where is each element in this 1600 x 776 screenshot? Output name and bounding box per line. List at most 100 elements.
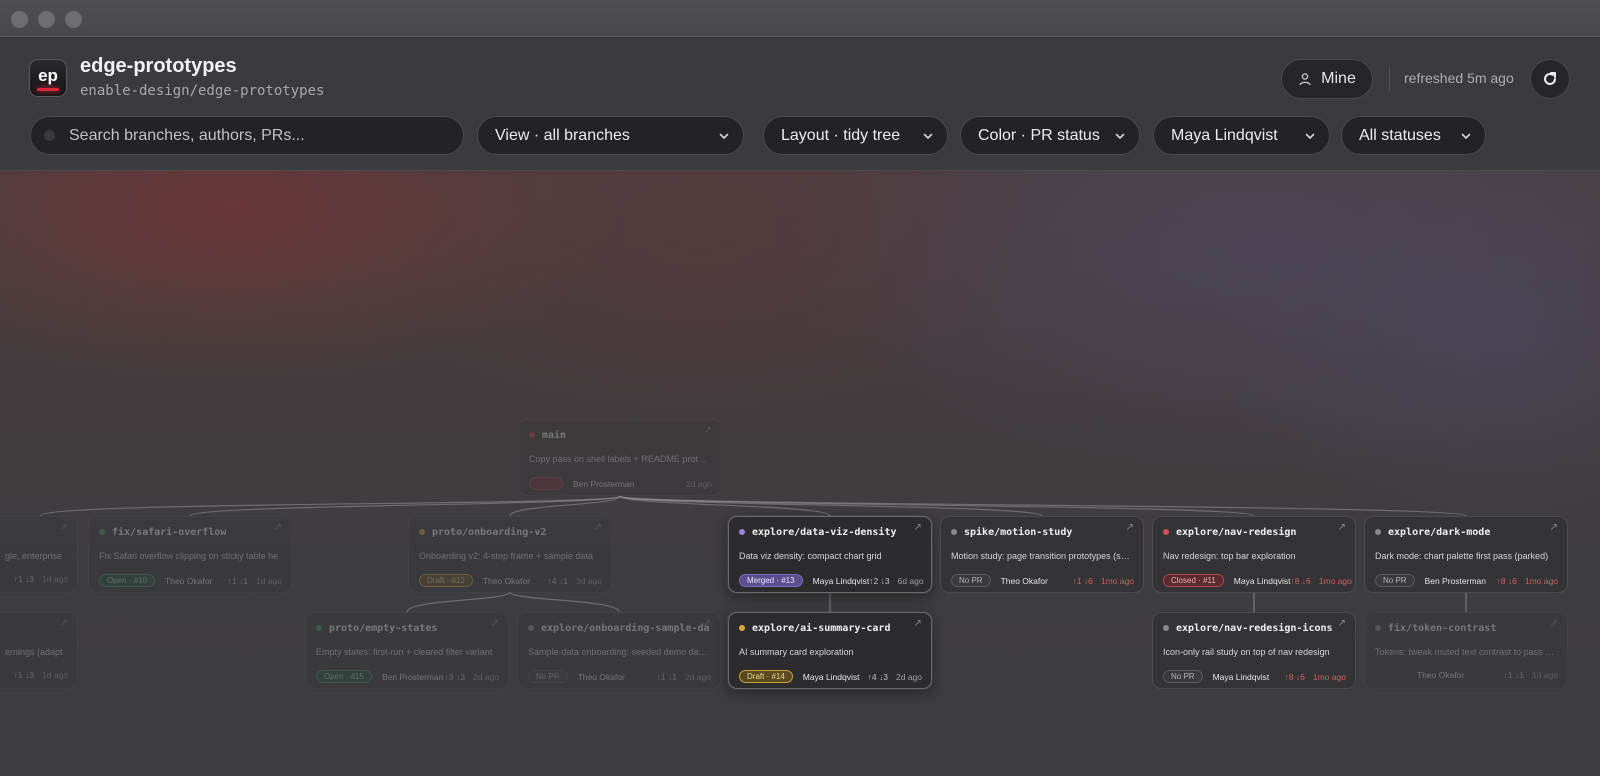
ahead-behind: ↑3 ↓3 <box>444 671 465 682</box>
updated-time: 1d ago <box>42 670 68 680</box>
status-dropdown[interactable]: All statuses <box>1341 116 1486 155</box>
view-dropdown[interactable]: View · all branches <box>477 116 744 155</box>
updated-time: 6d ago <box>897 575 924 586</box>
branch-card-main[interactable]: main ↗ Copy pass on shell labels + READM… <box>518 419 722 496</box>
branch-card-explore-data-viz-density[interactable]: explore/data-viz-density ↗ Data viz dens… <box>728 516 932 593</box>
updated-time: 1mo ago <box>1318 575 1352 586</box>
branch-card-fix-safari-overflow[interactable]: fix/safari-overflow ↗ Fix Safari overflo… <box>88 516 292 593</box>
branch-card-partial-left[interactable]: ↗ gle, enterprise ↑1 ↓3 1d ago <box>0 516 78 593</box>
ahead-behind: ↑1 ↓1 <box>1503 670 1524 680</box>
branch-card-explore-onboarding-sample-data[interactable]: explore/onboarding-sample-data ↗ Sample-… <box>517 612 721 689</box>
chevron-down-icon <box>719 133 729 139</box>
commit-message: Motion study: page transition prototypes… <box>951 551 1133 561</box>
search-box[interactable] <box>30 116 464 155</box>
minimize-window-button[interactable] <box>38 11 55 28</box>
branch-name: explore/nav-redesign-icons <box>1176 622 1333 634</box>
branch-name: proto/onboarding-v2 <box>432 526 547 538</box>
author-name: Theo Okafor <box>1000 575 1048 586</box>
updated-time: 2d ago <box>685 671 711 682</box>
branch-card-explore-ai-summary-card[interactable]: explore/ai-summary-card ↗ AI summary car… <box>728 612 932 689</box>
branch-card-spike-motion-study[interactable]: spike/motion-study ↗ Motion study: page … <box>940 516 1144 593</box>
commit-message: Dark mode: chart palette first pass (par… <box>1375 551 1549 561</box>
ahead-behind: ↑8 ↓6 <box>1496 575 1517 586</box>
pr-status-badge: No PR <box>528 670 568 683</box>
author-dropdown[interactable]: Maya Lindqvist <box>1153 116 1330 155</box>
status-dot <box>739 529 745 535</box>
author-name: Theo Okafor <box>1417 670 1465 680</box>
branch-card-proto-onboarding-v2[interactable]: proto/onboarding-v2 ↗ Onboarding v2: 4-s… <box>408 516 612 593</box>
branch-card-explore-nav-redesign[interactable]: explore/nav-redesign ↗ Nav redesign: top… <box>1152 516 1356 593</box>
ahead-behind: ↑1 ↓1 <box>227 575 248 586</box>
pr-status-badge: Open · #10 <box>99 574 156 587</box>
author-name: Ben Prosterman <box>573 478 635 489</box>
branch-card-explore-nav-redesign-icons[interactable]: explore/nav-redesign-icons ↗ Icon-only r… <box>1152 612 1356 689</box>
updated-time: 1mo ago <box>1524 575 1558 586</box>
status-dropdown-label: All statuses <box>1359 126 1441 144</box>
author-name: Ben Prosterman <box>382 671 444 682</box>
pr-status-badge: No PR <box>951 574 991 587</box>
open-external-icon[interactable]: ↗ <box>1338 522 1346 533</box>
repo-title: edge-prototypes <box>80 55 237 77</box>
status-dot <box>528 625 534 631</box>
ahead-behind: ↑1 ↓3 <box>13 670 34 680</box>
status-dot <box>1375 625 1381 631</box>
search-input[interactable] <box>69 117 449 154</box>
updated-time: 1mo ago <box>1100 575 1134 586</box>
ahead-behind: ↑4 ↓1 <box>547 575 568 586</box>
branch-name: proto/empty-states <box>329 622 438 634</box>
app-logo-text: ep <box>38 66 58 85</box>
open-external-icon[interactable]: ↗ <box>594 522 602 533</box>
status-dot <box>316 625 322 631</box>
ahead-behind: ↑8 ↓6 <box>1284 671 1305 682</box>
close-window-button[interactable] <box>11 11 28 28</box>
branch-name: explore/data-viz-density <box>752 526 897 538</box>
ahead-behind: ↑1 ↓6 <box>1072 575 1093 586</box>
open-external-icon[interactable]: ↗ <box>60 522 68 533</box>
updated-time: 2d ago <box>896 671 922 682</box>
open-external-icon[interactable]: ↗ <box>491 618 499 629</box>
updated-time: 1d ago <box>256 575 282 586</box>
commit-message: Onboarding v2: 4-step frame + sample dat… <box>419 551 593 561</box>
zoom-window-button[interactable] <box>65 11 82 28</box>
refresh-button[interactable] <box>1530 59 1570 99</box>
color-dropdown[interactable]: Color · PR status <box>960 116 1140 155</box>
open-external-icon[interactable]: ↗ <box>274 522 282 533</box>
ahead-behind: ↑2 ↓3 <box>869 575 890 586</box>
ahead-behind: ↑8 ↓6 <box>1290 575 1311 586</box>
open-external-icon[interactable]: ↗ <box>914 618 922 629</box>
view-dropdown-label: View · all branches <box>495 126 630 144</box>
branch-name: explore/dark-mode <box>1388 526 1491 538</box>
open-external-icon[interactable]: ↗ <box>60 618 68 629</box>
status-dot <box>951 529 957 535</box>
status-dot <box>1375 529 1381 535</box>
commit-message: Fix Safari overflow clipping on sticky t… <box>99 551 279 561</box>
open-external-icon[interactable]: ↗ <box>1550 618 1558 629</box>
layout-dropdown[interactable]: Layout · tidy tree <box>763 116 948 155</box>
open-external-icon[interactable]: ↗ <box>914 522 922 533</box>
pr-status-badge: No PR <box>1375 574 1415 587</box>
branch-tree-canvas[interactable]: main ↗ Copy pass on shell labels + READM… <box>0 171 1600 776</box>
author-name: Ben Prosterman <box>1424 575 1486 586</box>
updated-time: 2d ago <box>686 478 712 489</box>
branch-name: explore/nav-redesign <box>1176 526 1297 538</box>
status-dot <box>1163 529 1169 535</box>
mine-filter-button[interactable]: Mine <box>1281 59 1373 99</box>
branch-name: explore/onboarding-sample-data <box>541 622 710 634</box>
updated-time: 1mo ago <box>1312 671 1346 682</box>
open-external-icon[interactable]: ↗ <box>1338 618 1346 629</box>
commit-message: Empty states: first-run + cleared filter… <box>316 647 493 657</box>
status-dot <box>1163 625 1169 631</box>
open-external-icon[interactable]: ↗ <box>703 618 711 629</box>
open-external-icon[interactable]: ↗ <box>1550 522 1558 533</box>
branch-card-explore-dark-mode[interactable]: explore/dark-mode ↗ Dark mode: chart pal… <box>1364 516 1568 593</box>
branch-card-proto-empty-states[interactable]: proto/empty-states ↗ Empty states: first… <box>305 612 509 689</box>
chevron-down-icon <box>1115 133 1125 139</box>
ahead-behind: ↑1 ↓1 <box>656 671 677 682</box>
pr-status-badge: Closed · #11 <box>1163 574 1224 587</box>
open-external-icon[interactable]: ↗ <box>1126 522 1134 533</box>
open-external-icon[interactable]: ↗ <box>704 425 712 436</box>
branch-card-fix-token-contrast[interactable]: fix/token-contrast ↗ Tokens: tweak muted… <box>1364 612 1568 689</box>
branch-card-partial-left-child[interactable]: ↗ ernings (adapt ↑1 ↓3 1d ago <box>0 612 78 689</box>
commit-message: gle, enterprise <box>5 551 63 561</box>
layout-dropdown-label: Layout · tidy tree <box>781 126 901 144</box>
